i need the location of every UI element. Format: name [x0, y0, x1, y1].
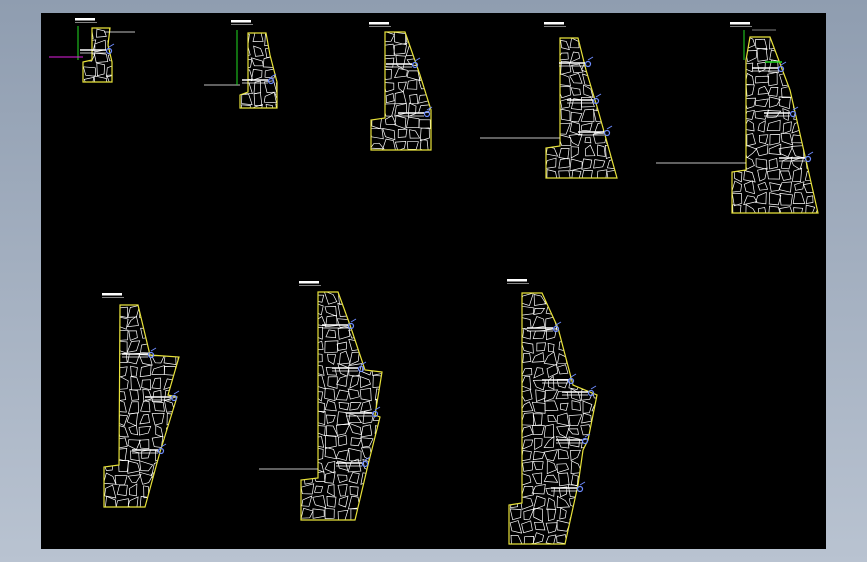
masonry-stone-pattern [240, 33, 277, 108]
section-title [231, 20, 253, 25]
section-7[interactable] [259, 281, 385, 521]
drain-pipe [80, 43, 115, 55]
section-3[interactable] [369, 22, 433, 153]
drain-pipe [556, 433, 591, 445]
section-6[interactable] [102, 293, 189, 510]
section-title [507, 279, 529, 284]
section-5[interactable] [656, 22, 826, 218]
masonry-stone-pattern [546, 38, 617, 178]
section-title [544, 22, 566, 27]
wall-outline [239, 32, 278, 109]
section-title [102, 293, 124, 298]
section-8[interactable] [507, 279, 606, 546]
drawing-viewport[interactable] [41, 13, 826, 549]
drain-pipe [764, 106, 799, 118]
drain-pipe [242, 73, 277, 85]
section-4[interactable] [480, 22, 619, 183]
masonry-stone-pattern [104, 305, 179, 507]
section-title [369, 22, 391, 27]
drain-pipe [398, 106, 433, 118]
section-title [730, 22, 752, 27]
masonry-stone-pattern [371, 32, 431, 150]
cad-drawing-canvas[interactable] [41, 13, 826, 549]
masonry-stone-pattern [509, 293, 597, 544]
section-title [75, 18, 97, 23]
section-2[interactable] [204, 20, 289, 118]
wall-outline [370, 31, 432, 151]
section-title [299, 281, 321, 286]
drain-pipe [551, 481, 586, 493]
section-1[interactable] [49, 18, 135, 88]
